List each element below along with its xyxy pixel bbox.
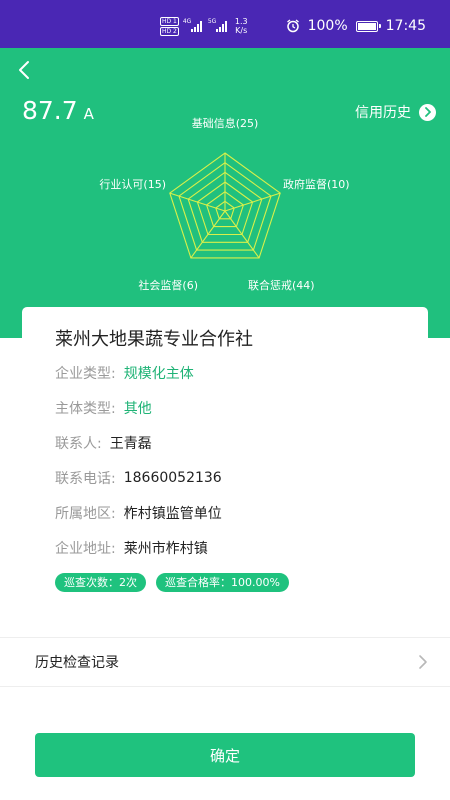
contact-label: 联系人: (55, 436, 102, 452)
score-value: 87.7 (22, 96, 78, 125)
region-label: 所属地区: (55, 506, 116, 522)
credit-history-link[interactable]: 信用历史 (355, 102, 436, 122)
chevron-left-icon (19, 61, 29, 79)
phone-value[interactable]: 18660052136 (124, 470, 222, 486)
info-row-enterprise-type: 企业类型: 规模化主体 (55, 363, 194, 383)
inspection-badges: 巡查次数：2次 巡查合格率：100.00% (55, 573, 289, 592)
hd-icon: HD 1 HD 2 (160, 16, 179, 36)
enterprise-type-value: 规模化主体 (123, 366, 194, 382)
credit-header: 基础信息(25) 政府监督(10) 联合惩戒(44) 社会监督(6) 行业认可(… (0, 48, 450, 338)
radar-label-industry-recognition: 行业认可(15) (99, 178, 166, 191)
back-button[interactable] (12, 58, 36, 82)
signal-4g-icon: 4G (183, 18, 202, 32)
score-grade: A (83, 105, 94, 123)
chevron-right-circle-icon (419, 103, 436, 121)
radar-label-gov-supervision: 政府监督(10) (283, 177, 350, 191)
clock: 17:45 (385, 18, 426, 34)
net1-label: 4G (182, 18, 192, 25)
alarm-icon (286, 19, 299, 33)
radar-label-basic-info: 基础信息(25) (192, 116, 259, 130)
company-info-card: 莱州大地果蔬专业合作社 企业类型: 规模化主体 主体类型: 其他 联系人: 王青… (22, 307, 428, 617)
radar-spoke (224, 192, 281, 212)
address-label: 企业地址: (55, 541, 116, 557)
hd2-label: HD 2 (160, 26, 179, 36)
net2-label: 5G (207, 18, 217, 25)
battery-icon (355, 20, 381, 32)
phone-label: 联系电话: (55, 471, 116, 487)
speed-unit: K/s (235, 26, 248, 35)
pass-rate-badge: 巡查合格率：100.00% (156, 573, 289, 592)
info-row-address: 企业地址: 莱州市柞村镇 (55, 538, 208, 558)
credit-history-label: 信用历史 (355, 105, 411, 121)
company-name: 莱州大地果蔬专业合作社 (55, 329, 253, 350)
history-inspection-label: 历史检查记录 (35, 655, 119, 671)
hd1-label: HD 1 (160, 16, 179, 26)
subject-type-label: 主体类型: (55, 401, 116, 417)
info-row-subject-type: 主体类型: 其他 (55, 398, 152, 418)
radar-label-social-supervision: 社会监督(6) (138, 278, 198, 292)
radar-label-joint-discipline: 联合惩戒(44) (248, 278, 315, 292)
subject-type-value: 其他 (123, 401, 152, 417)
enterprise-type-label: 企业类型: (55, 366, 116, 382)
status-bar: HD 1 HD 2 4G 5G 1.3 K/s 100% 17:45 (0, 0, 450, 48)
network-speed: 1.3 K/s (235, 17, 248, 35)
chevron-right-icon (419, 655, 427, 669)
radar-spoke (169, 192, 226, 212)
address-value: 莱州市柞村镇 (123, 541, 208, 557)
credit-score: 87.7 A (22, 96, 94, 125)
signal-5g-icon: 5G (208, 18, 227, 32)
speed-value: 1.3 (234, 17, 248, 26)
status-right: 100% 17:45 (286, 15, 426, 37)
confirm-button[interactable]: 确定 (35, 733, 415, 777)
info-row-region: 所属地区: 柞村镇监管单位 (55, 503, 222, 523)
status-left: HD 1 HD 2 4G 5G 1.3 K/s (160, 16, 248, 36)
radar-chart: 基础信息(25) 政府监督(10) 联合惩戒(44) 社会监督(6) 行业认可(… (99, 116, 350, 292)
history-inspection-row[interactable]: 历史检查记录 (0, 638, 450, 686)
inspection-count-badge: 巡查次数：2次 (55, 573, 146, 592)
contact-value: 王青磊 (109, 436, 152, 452)
info-row-phone: 联系电话: 18660052136 (55, 468, 222, 488)
info-row-contact: 联系人: 王青磊 (55, 433, 152, 453)
region-value: 柞村镇监管单位 (123, 506, 222, 522)
divider (0, 686, 450, 687)
battery-percent: 100% (307, 18, 348, 34)
